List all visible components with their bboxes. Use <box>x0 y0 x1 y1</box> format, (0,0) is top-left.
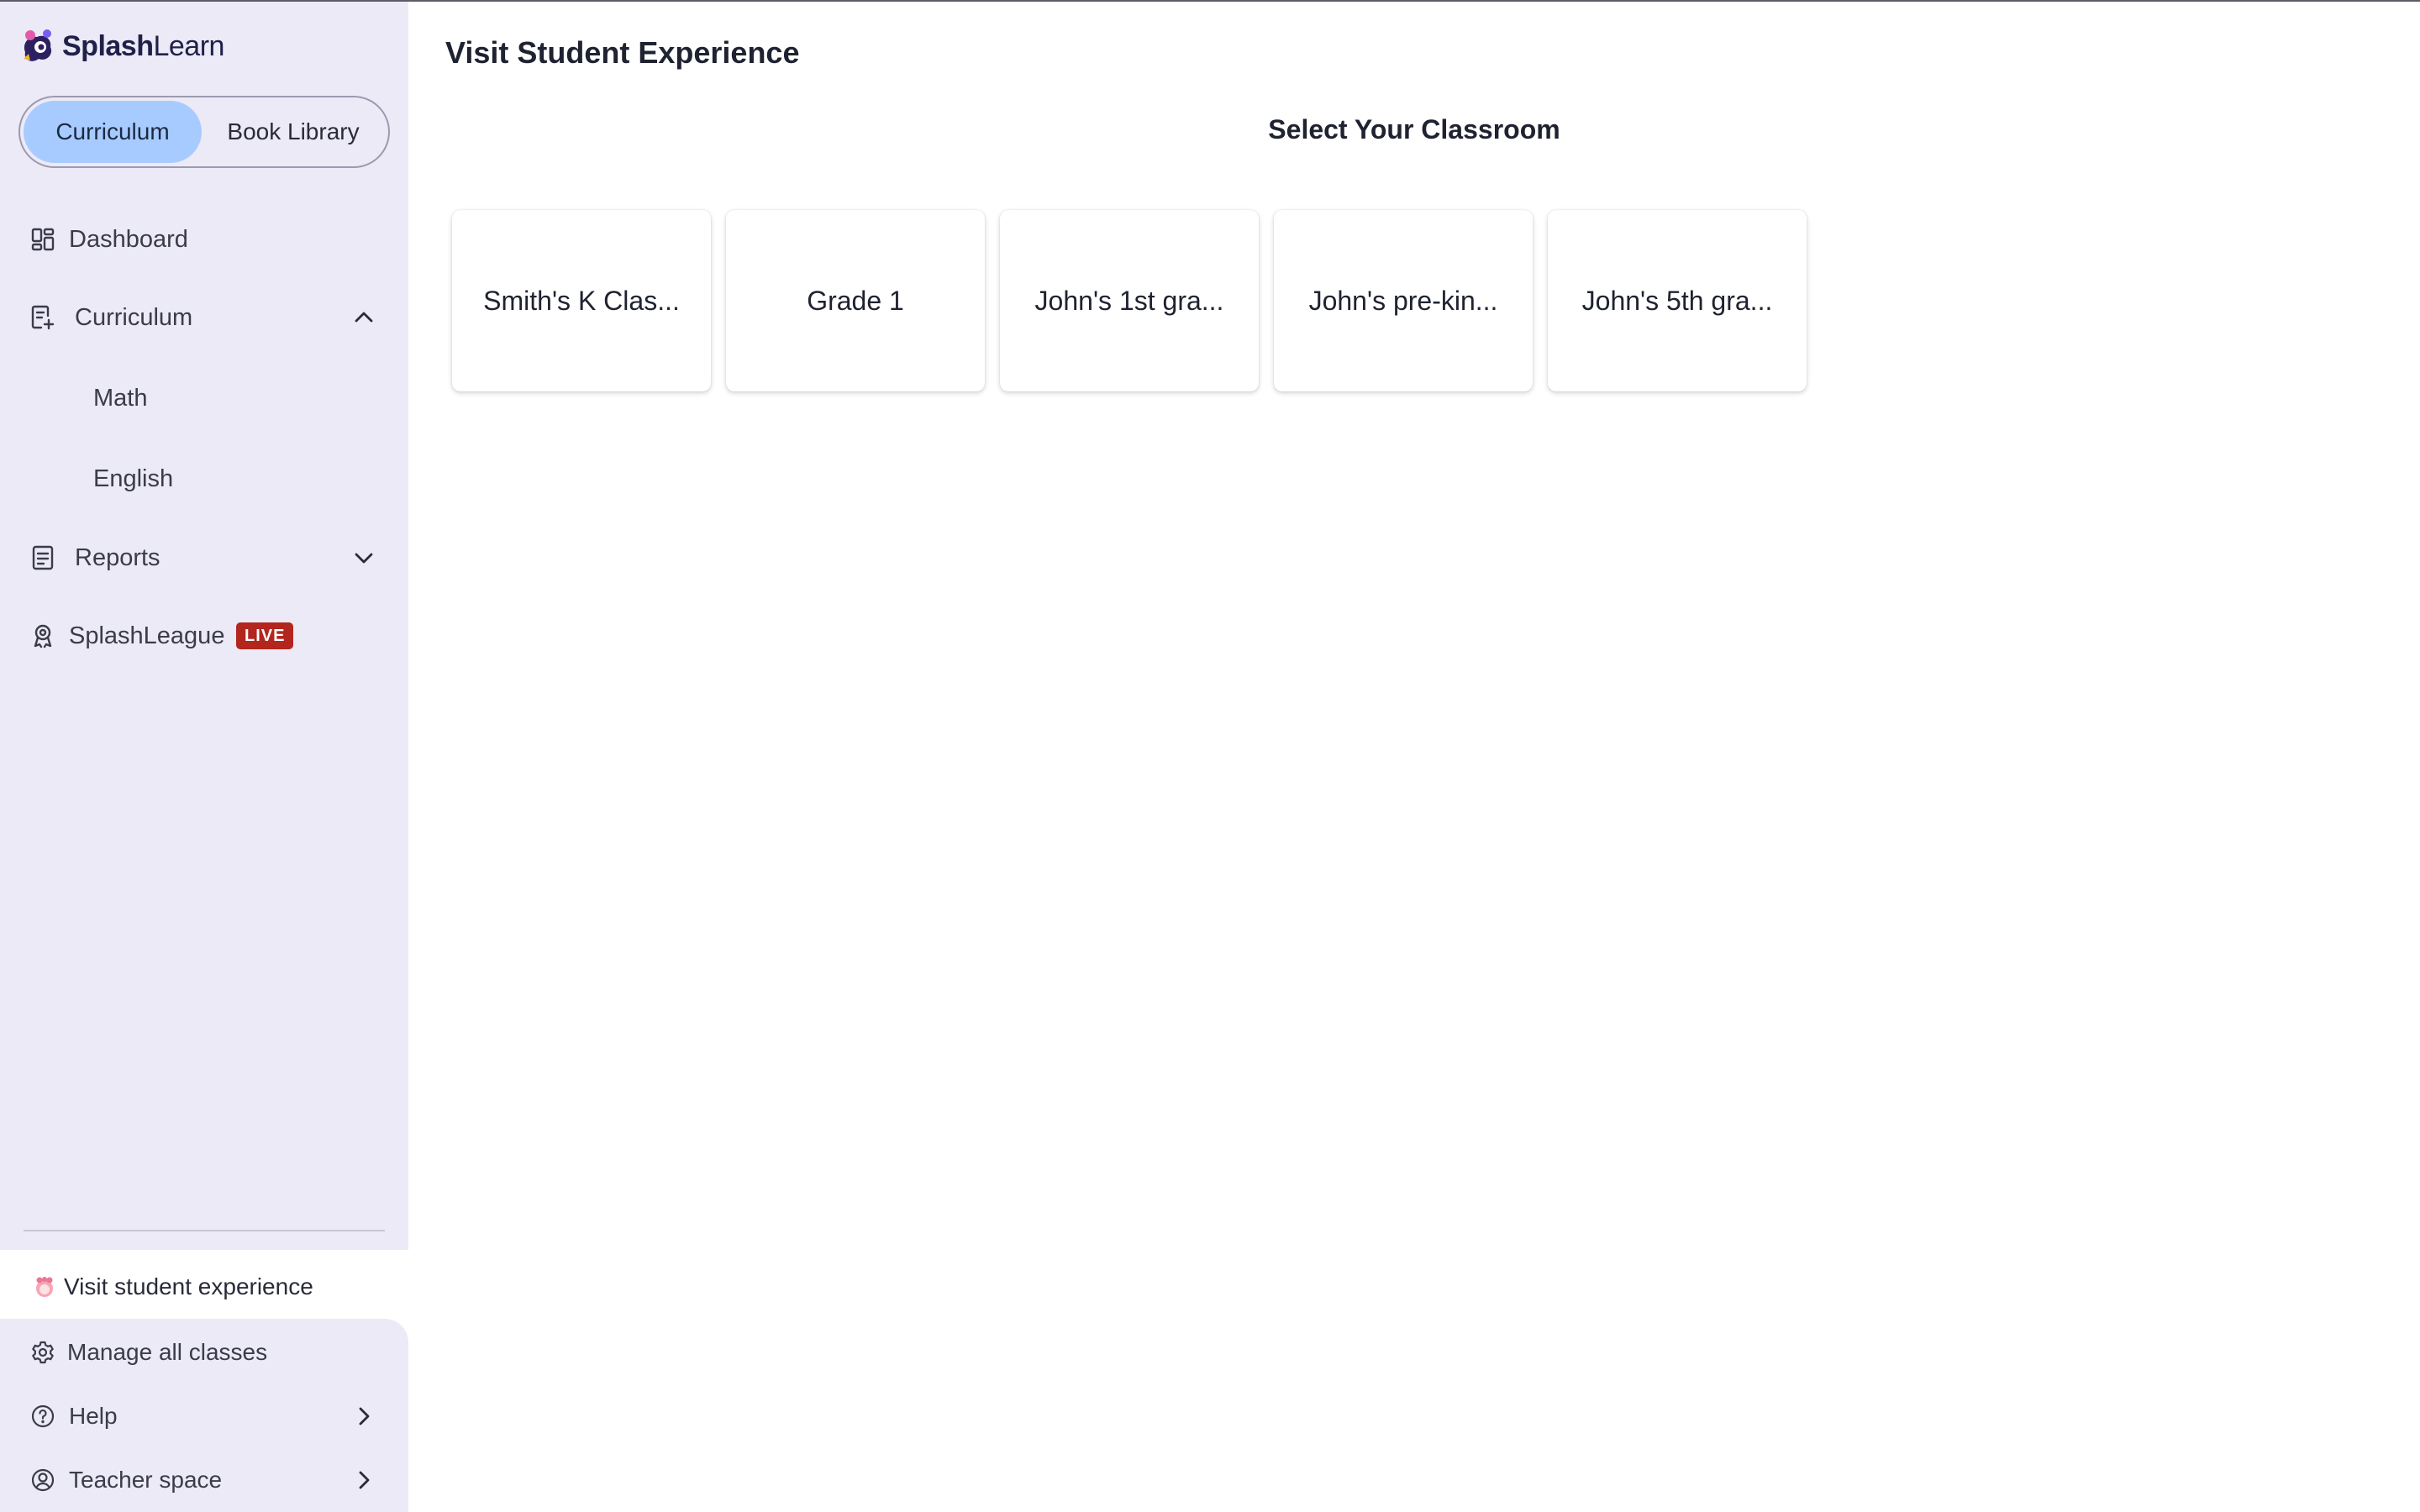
sidebar-subitem-math[interactable]: Math <box>0 369 408 428</box>
curriculum-icon <box>29 303 57 332</box>
sidebar: SplashLearn Curriculum Book Library Dash… <box>0 2 408 1512</box>
teacher-space-label: Teacher space <box>69 1467 223 1493</box>
sidebar-item-label: SplashLeague <box>69 622 225 649</box>
splashlearn-logo[interactable]: SplashLearn <box>18 25 224 67</box>
chevron-up-icon[interactable] <box>351 305 376 330</box>
sidebar-subitem-label: Math <box>93 384 148 412</box>
splashlearn-logo-icon <box>18 27 57 66</box>
chevron-right-icon <box>351 1404 376 1429</box>
dashboard-icon <box>29 225 57 254</box>
classroom-card[interactable]: John's 5th gra... <box>1548 210 1807 391</box>
help-button[interactable]: Help <box>0 1388 408 1445</box>
sidebar-divider <box>24 1230 385 1231</box>
page-title: Visit Student Experience <box>445 35 800 70</box>
manage-all-classes-button[interactable]: Manage all classes <box>0 1324 408 1381</box>
sidebar-item-label: Curriculum <box>75 303 193 331</box>
brand-name-part1: Splash <box>62 29 154 62</box>
sidebar-item-label: Reports <box>75 543 160 571</box>
classroom-card[interactable]: John's pre-kin... <box>1274 210 1533 391</box>
student-avatar-icon <box>30 1273 59 1301</box>
user-circle-icon <box>29 1466 57 1494</box>
help-icon <box>29 1402 57 1431</box>
classroom-list: Smith's K Clas... Grade 1 John's 1st gra… <box>452 210 1807 391</box>
curriculum-tab[interactable]: Curriculum <box>24 101 202 163</box>
manage-all-classes-label: Manage all classes <box>67 1339 268 1365</box>
section-title: Select Your Classroom <box>1268 114 1560 144</box>
visit-student-experience-button[interactable]: Visit student experience <box>18 1255 408 1319</box>
live-badge: LIVE <box>236 622 294 649</box>
curriculum-library-toggle: Curriculum Book Library <box>18 96 390 168</box>
sidebar-item-dashboard[interactable]: Dashboard <box>0 210 408 269</box>
classroom-card[interactable]: John's 1st gra... <box>1000 210 1259 391</box>
sidebar-subitem-english[interactable]: English <box>0 449 408 508</box>
award-icon <box>29 622 57 650</box>
sidebar-item-reports[interactable]: Reports <box>0 528 408 587</box>
sidebar-item-curriculum[interactable]: Curriculum <box>0 288 408 347</box>
sidebar-item-splashleague[interactable]: SplashLeague LIVE <box>0 606 408 665</box>
chevron-down-icon[interactable] <box>351 545 376 570</box>
sidebar-item-label: Dashboard <box>69 225 188 253</box>
teacher-space-button[interactable]: Teacher space <box>0 1452 408 1509</box>
brand-name-part2: Learn <box>153 29 224 62</box>
reports-icon <box>29 543 57 572</box>
help-label: Help <box>69 1403 118 1429</box>
gear-icon <box>29 1338 57 1367</box>
brand-name: SplashLearn <box>62 30 224 63</box>
classroom-card[interactable]: Smith's K Clas... <box>452 210 711 391</box>
book-library-tab[interactable]: Book Library <box>202 101 385 163</box>
chevron-right-icon <box>351 1467 376 1493</box>
sidebar-subitem-label: English <box>93 465 174 492</box>
visit-student-experience-label: Visit student experience <box>64 1273 313 1299</box>
classroom-card[interactable]: Grade 1 <box>726 210 985 391</box>
